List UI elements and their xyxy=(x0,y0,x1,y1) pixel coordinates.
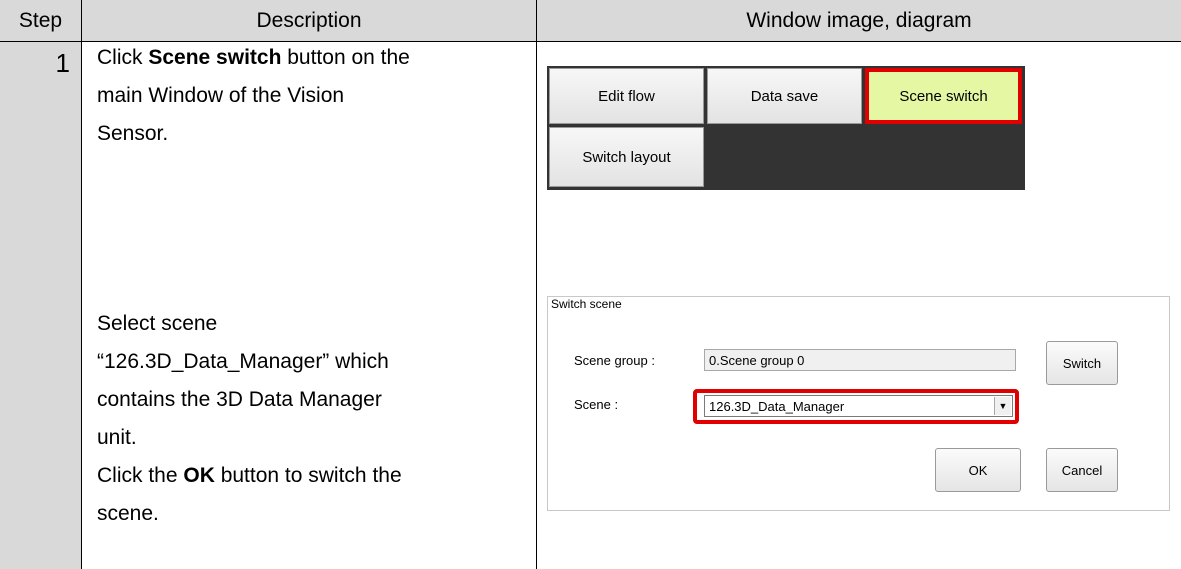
description-line: scene. xyxy=(97,495,527,533)
column-divider-1 xyxy=(81,42,82,569)
scene-label: Scene : xyxy=(574,397,619,412)
scene-dropdown[interactable]: 126.3D_Data_Manager ▼ xyxy=(704,395,1013,417)
description-line: Sensor. xyxy=(97,115,527,153)
description-text: scene. xyxy=(97,502,159,525)
description-line: Click the OK button to switch the xyxy=(97,457,527,495)
scene-dropdown-value: 126.3D_Data_Manager xyxy=(709,398,845,414)
dropdown-arrow-icon[interactable]: ▼ xyxy=(994,397,1011,415)
description-text: button to switch the xyxy=(214,464,402,487)
description-bold-text: OK xyxy=(183,464,215,487)
cancel-button[interactable]: Cancel xyxy=(1046,448,1118,492)
description-text: main Window of the Vision xyxy=(97,84,345,107)
edit-flow-button[interactable]: Edit flow xyxy=(549,68,704,124)
column-divider-2 xyxy=(536,42,537,569)
switch-layout-button[interactable]: Switch layout xyxy=(549,127,704,187)
scene-switch-button[interactable]: Scene switch xyxy=(865,68,1022,124)
scene-group-field[interactable]: 0.Scene group 0 xyxy=(704,349,1016,371)
description-text: Sensor. xyxy=(97,122,169,145)
header-step: Step xyxy=(0,0,81,42)
header-window-image: Window image, diagram xyxy=(536,0,1181,42)
description-text: Click xyxy=(97,46,149,69)
description-paragraph-1: Click Scene switch button on the main Win… xyxy=(97,39,527,153)
description-text: button on the xyxy=(281,46,410,69)
description-text: unit. xyxy=(97,426,137,449)
description-line: main Window of the Vision xyxy=(97,77,527,115)
description-line: contains the 3D Data Manager xyxy=(97,381,527,419)
description-line: Select scene xyxy=(97,305,527,343)
description-paragraph-2: Select scene “126.3D_Data_Manager” which c… xyxy=(97,305,527,533)
description-text: contains the 3D Data Manager xyxy=(97,388,382,411)
description-line: “126.3D_Data_Manager” which xyxy=(97,343,527,381)
description-text: Select scene xyxy=(97,312,218,335)
description-text: Click the xyxy=(97,464,184,487)
ok-button[interactable]: OK xyxy=(935,448,1021,492)
data-save-button[interactable]: Data save xyxy=(707,68,862,124)
instruction-page: Step Description Window image, diagram 1… xyxy=(0,0,1181,569)
header-description: Description xyxy=(81,0,536,42)
description-bold-text: Scene switch xyxy=(148,46,282,69)
description-line: unit. xyxy=(97,419,527,457)
step-number: 1 xyxy=(55,48,70,78)
scene-group-label: Scene group : xyxy=(574,353,655,368)
dialog-title: Switch scene xyxy=(551,297,622,311)
step-column xyxy=(0,42,81,569)
description-text: “126.3D_Data_Manager” which xyxy=(97,350,389,373)
description-line: Click Scene switch button on the xyxy=(97,39,527,77)
switch-button[interactable]: Switch xyxy=(1046,341,1118,385)
